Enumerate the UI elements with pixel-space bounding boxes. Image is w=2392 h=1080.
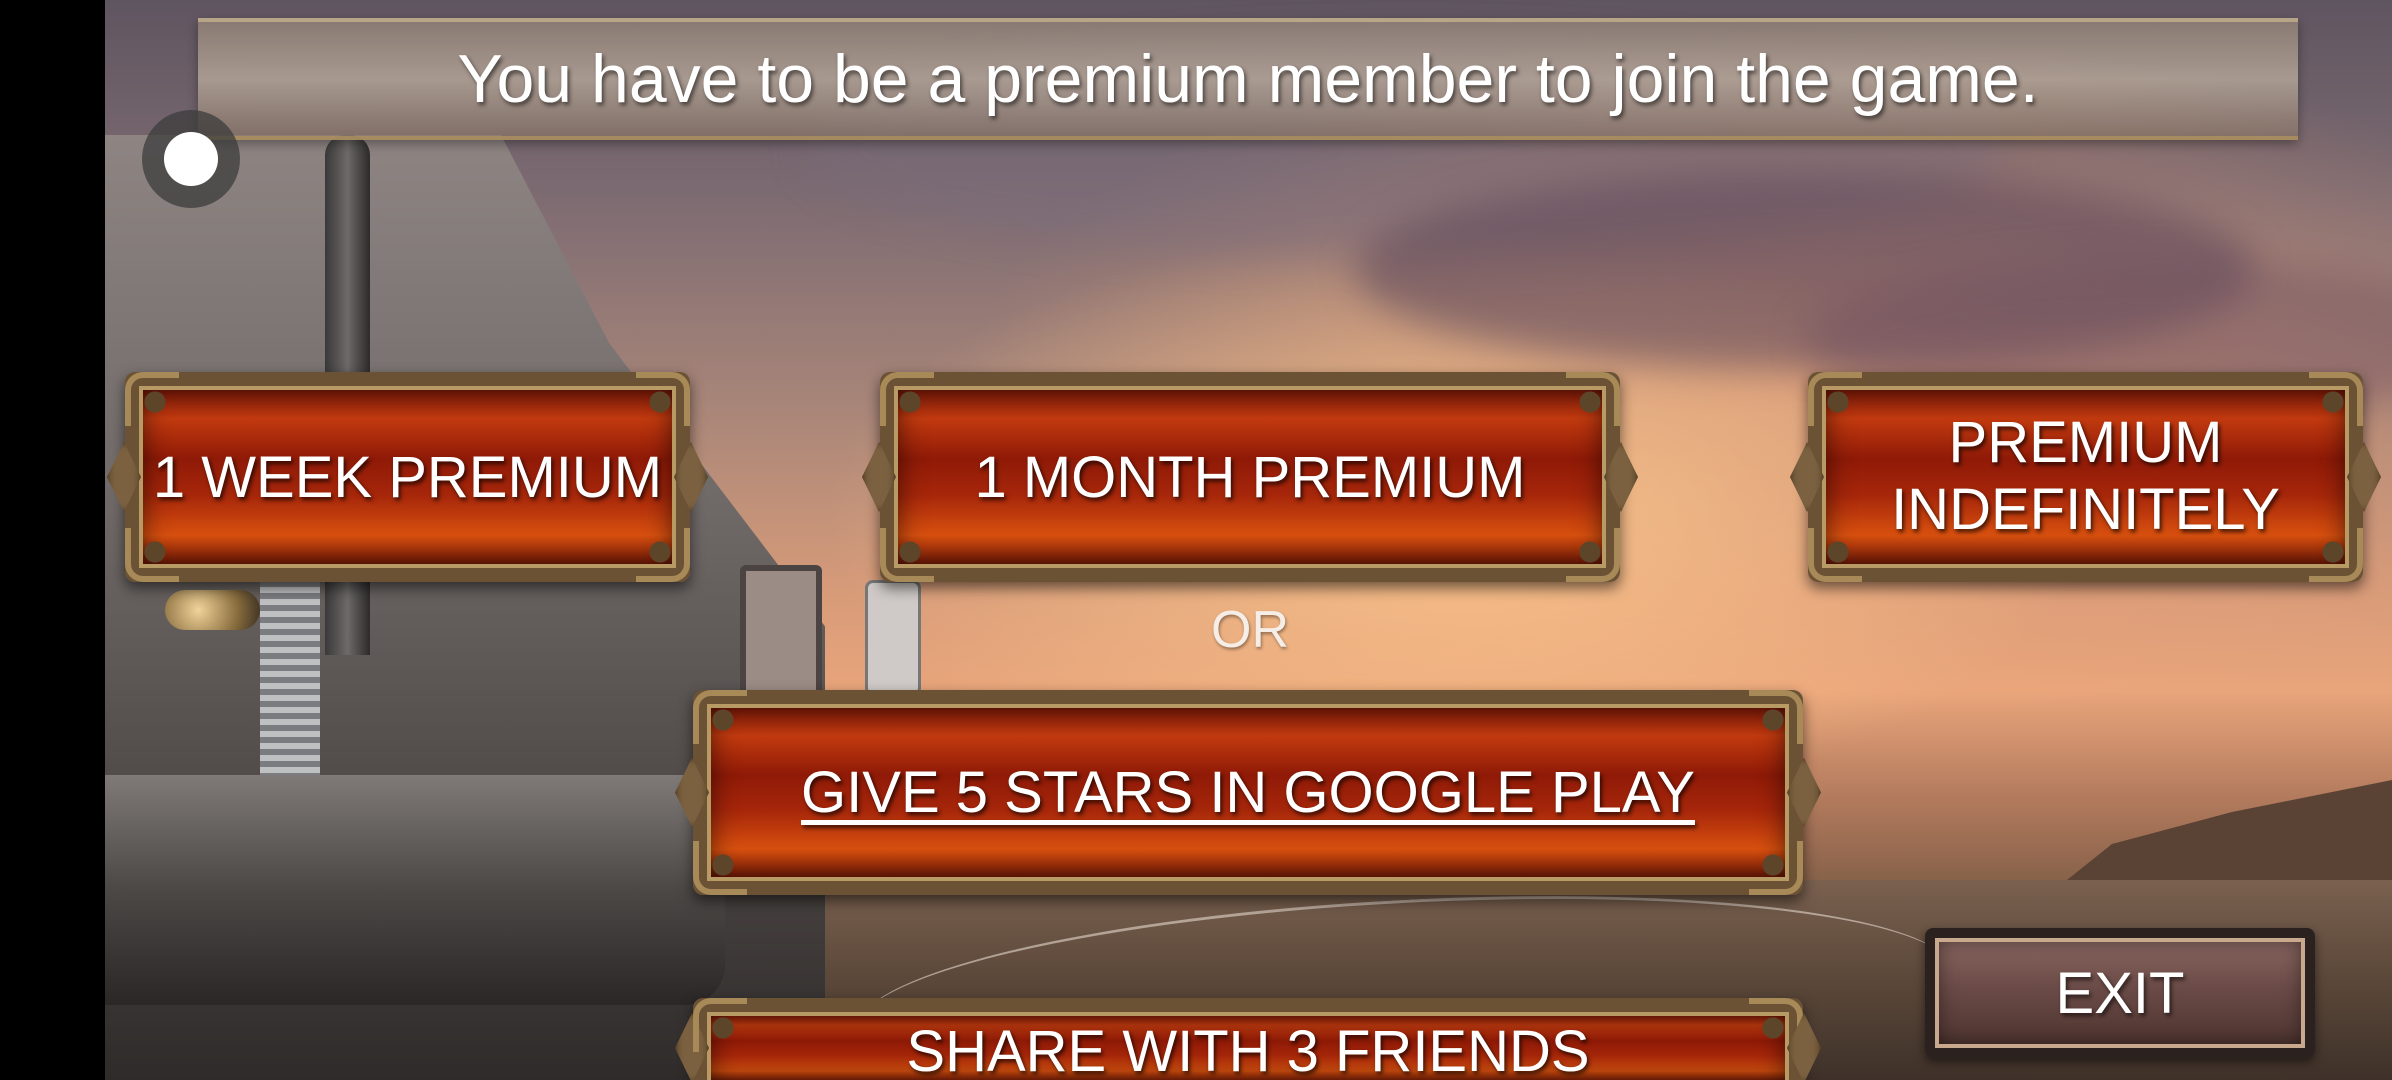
share-with-friends-button[interactable]: SHARE WITH 3 FRIENDS <box>693 998 1803 1080</box>
frame-corner <box>636 372 690 426</box>
record-icon <box>164 132 218 186</box>
frame-corner <box>1566 372 1620 426</box>
truck-window <box>740 565 822 697</box>
button-label: GIVE 5 STARS IN GOOGLE PLAY <box>801 760 1695 825</box>
frame-corner <box>1749 841 1803 895</box>
truck-illustration <box>105 135 1005 1080</box>
frame-corner <box>1749 690 1803 744</box>
frame-corner <box>693 998 747 1052</box>
button-label: PREMIUM INDEFINITELY <box>1891 410 2280 543</box>
truck-headlight <box>165 590 260 630</box>
one-week-premium-button[interactable]: 1 WEEK PREMIUM <box>125 372 690 582</box>
game-screen: You have to be a premium member to join … <box>0 0 2392 1080</box>
one-month-premium-button[interactable]: 1 MONTH PREMIUM <box>880 372 1620 582</box>
button-label: EXIT <box>2055 960 2185 1026</box>
frame-corner <box>1808 372 1862 426</box>
or-separator: OR <box>1211 601 1289 659</box>
premium-required-banner: You have to be a premium member to join … <box>198 18 2298 140</box>
button-label-line2: INDEFINITELY <box>1891 477 2280 542</box>
frame-corner <box>880 372 934 426</box>
frame-corner <box>880 528 934 582</box>
frame-corner <box>2309 528 2363 582</box>
frame-corner <box>1566 528 1620 582</box>
exit-button[interactable]: EXIT <box>1925 928 2315 1058</box>
frame-corner <box>1808 528 1862 582</box>
frame-corner <box>1749 998 1803 1052</box>
button-label-line1: PREMIUM <box>1948 410 2223 476</box>
truck-bumper <box>105 775 725 1005</box>
button-label: 1 WEEK PREMIUM <box>152 444 663 510</box>
button-label: SHARE WITH 3 FRIENDS <box>906 1019 1590 1080</box>
frame-corner <box>693 690 747 744</box>
frame-corner <box>125 528 179 582</box>
frame-corner <box>2309 372 2363 426</box>
frame-corner <box>636 528 690 582</box>
premium-indefinitely-button[interactable]: PREMIUM INDEFINITELY <box>1808 372 2363 582</box>
premium-required-message: You have to be a premium member to join … <box>457 41 2039 117</box>
left-black-bar <box>0 0 105 1080</box>
frame-corner <box>693 841 747 895</box>
truck-mirror <box>865 580 921 696</box>
button-label: 1 MONTH PREMIUM <box>974 444 1526 510</box>
frame-corner <box>125 372 179 426</box>
rate-five-stars-button[interactable]: GIVE 5 STARS IN GOOGLE PLAY <box>693 690 1803 895</box>
record-button[interactable] <box>142 110 240 208</box>
